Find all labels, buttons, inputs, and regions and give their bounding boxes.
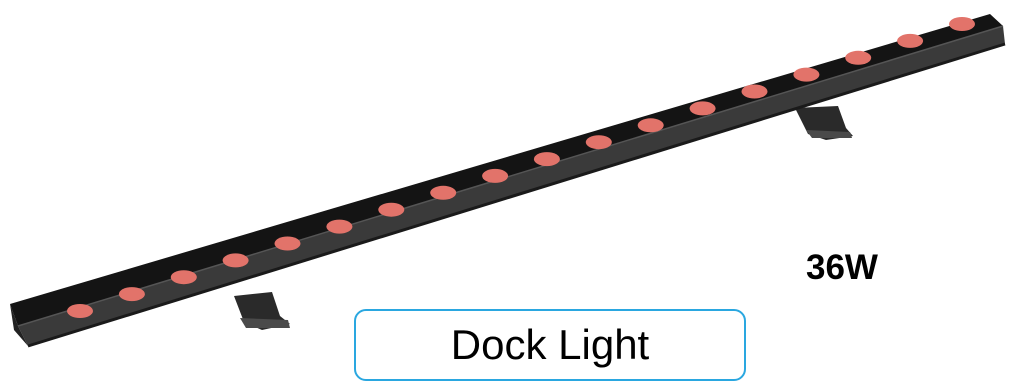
led-light xyxy=(482,168,509,183)
led-light xyxy=(326,219,353,234)
led-light xyxy=(585,135,612,150)
mounting-bracket-left xyxy=(234,292,290,330)
led-light xyxy=(845,50,872,65)
led-light xyxy=(222,253,249,268)
led-light xyxy=(689,101,716,116)
led-light xyxy=(897,33,924,48)
led-light xyxy=(67,304,93,318)
led-light xyxy=(118,287,145,302)
led-light xyxy=(170,270,197,285)
led-light xyxy=(637,118,664,133)
led-light xyxy=(378,202,405,217)
led-light xyxy=(949,17,975,31)
led-light xyxy=(274,236,301,251)
fixture-side-face xyxy=(18,26,1005,346)
led-light xyxy=(533,152,560,167)
mounting-bracket-right xyxy=(795,106,853,140)
led-light xyxy=(741,84,768,99)
led-light xyxy=(793,67,820,82)
led-light xyxy=(430,185,457,200)
product-name-box: Dock Light xyxy=(354,309,746,381)
product-name-label: Dock Light xyxy=(450,321,650,368)
wattage-label: 36W xyxy=(806,248,878,287)
